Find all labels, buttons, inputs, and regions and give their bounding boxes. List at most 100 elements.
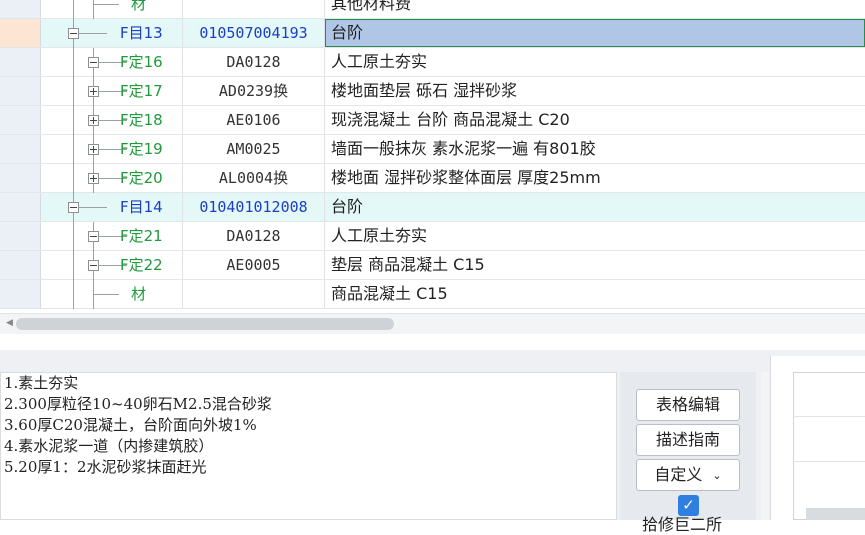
table-row-quota[interactable]: F定17 AD0239换 楼地面垫层 砾石 湿拌砂浆 xyxy=(0,77,865,106)
code-cell[interactable]: 010401012008 xyxy=(183,193,325,221)
tree-node-label: F目14 xyxy=(120,198,163,216)
grid-horizontal-scrollbar[interactable]: ◀ xyxy=(0,313,865,334)
custom-dropdown-label: 自定义 xyxy=(654,465,703,484)
tree-cell[interactable]: 材 xyxy=(41,280,183,309)
table-row-quota[interactable]: F定19 AM0025 墙面一般抹灰 素水泥浆一遍 有801胶 xyxy=(0,135,865,164)
name-cell[interactable]: 人工原土夯实 xyxy=(325,222,865,250)
row-header[interactable] xyxy=(0,48,41,76)
code-cell[interactable]: DA0128 xyxy=(183,48,325,76)
tree-cell[interactable]: F定17 xyxy=(41,77,183,106)
code-cell[interactable] xyxy=(183,280,325,308)
code-cell[interactable]: AE0005 xyxy=(183,251,325,279)
code-cell[interactable]: AM0025 xyxy=(183,135,325,163)
tree-connector-line xyxy=(73,77,74,106)
tree-node-label: F目13 xyxy=(120,24,163,42)
row-header[interactable] xyxy=(0,0,41,18)
tree-cell[interactable]: F目14 xyxy=(41,193,183,222)
code-cell[interactable] xyxy=(183,0,325,18)
tree-cell[interactable]: F定16 xyxy=(41,48,183,77)
description-line: 3.60厚C20混凝土，台阶面向外坡1% xyxy=(4,416,257,434)
name-cell[interactable]: 商品混凝土 C15 xyxy=(325,280,865,308)
tree-node-label: F定19 xyxy=(120,140,163,158)
expand-plus-icon[interactable] xyxy=(88,173,99,184)
description-guide-button[interactable]: 描述指南 xyxy=(636,424,740,456)
tree-node-label: F定16 xyxy=(120,53,163,71)
tree-cell[interactable]: 材 xyxy=(41,0,183,19)
tree-cell[interactable]: F定22 xyxy=(41,251,183,280)
collapse-minus-icon[interactable] xyxy=(68,202,79,213)
row-header[interactable] xyxy=(0,106,41,134)
table-row-quota[interactable]: F定22 AE0005 垫层 商品混凝土 C15 xyxy=(0,251,865,280)
tree-cell[interactable]: F定21 xyxy=(41,222,183,251)
tree-connector-line xyxy=(73,0,74,19)
tree-connector-line xyxy=(73,48,74,77)
right-side-panel xyxy=(770,356,865,520)
name-cell[interactable]: 楼地面垫层 砾石 湿拌砂浆 xyxy=(325,77,865,105)
collapse-minus-icon[interactable] xyxy=(88,57,99,68)
tree-connector-line xyxy=(73,222,74,251)
tree-node-label: F定21 xyxy=(120,227,163,245)
code-cell[interactable]: DA0128 xyxy=(183,222,325,250)
name-cell[interactable]: 现浇混凝土 台阶 商品混凝土 C20 xyxy=(325,106,865,134)
tree-node-label: F定20 xyxy=(120,169,163,187)
name-cell[interactable]: 墙面一般抹灰 素水泥浆一遍 有801胶 xyxy=(325,135,865,163)
table-row-bill-item[interactable]: F目14 010401012008 台阶 xyxy=(0,193,865,222)
table-row-quota[interactable]: F定21 DA0128 人工原土夯实 xyxy=(0,222,865,251)
row-header[interactable] xyxy=(0,280,41,308)
description-line: 2.300厚粒径10~40卵石M2.5混合砂浆 xyxy=(4,395,272,413)
row-header[interactable] xyxy=(0,193,41,221)
name-cell[interactable]: 台阶 xyxy=(325,193,865,221)
row-header[interactable] xyxy=(0,19,41,47)
panel-splitter[interactable] xyxy=(761,372,769,520)
tree-node-label: F定17 xyxy=(120,82,163,100)
tree-cell[interactable]: F定20 xyxy=(41,164,183,193)
table-row-material[interactable]: 材 其他材料费 xyxy=(0,0,865,19)
tree-node-label: F定18 xyxy=(120,111,163,129)
code-cell[interactable]: AD0239换 xyxy=(183,77,325,105)
right-panel-row-divider xyxy=(793,461,865,462)
scrollbar-thumb[interactable] xyxy=(16,318,394,330)
table-row-material[interactable]: 材 商品混凝土 C15 xyxy=(0,280,865,309)
expand-plus-icon[interactable] xyxy=(88,86,99,97)
table-row-bill-item[interactable]: F目13 010507004193 台阶 xyxy=(0,19,865,48)
description-line: 1.素土夯实 xyxy=(4,374,79,392)
name-cell-active[interactable]: 台阶 xyxy=(325,19,865,47)
expand-plus-icon[interactable] xyxy=(88,115,99,126)
row-header[interactable] xyxy=(0,251,41,279)
chevron-down-icon: ⌄ xyxy=(712,468,722,482)
collapse-minus-icon[interactable] xyxy=(88,260,99,271)
description-line: 5.20厚1：2水泥砂浆抹面赶光 xyxy=(4,458,207,476)
table-row-quota[interactable]: F定18 AE0106 现浇混凝土 台阶 商品混凝土 C20 xyxy=(0,106,865,135)
code-cell[interactable]: 010507004193 xyxy=(183,19,325,47)
name-cell[interactable]: 垫层 商品混凝土 C15 xyxy=(325,251,865,279)
table-row-quota[interactable]: F定16 DA0128 人工原土夯实 xyxy=(0,48,865,77)
tree-cell[interactable]: F定19 xyxy=(41,135,183,164)
row-header[interactable] xyxy=(0,164,41,192)
tree-node-label: F定22 xyxy=(120,256,163,274)
scroll-left-arrow-icon[interactable]: ◀ xyxy=(6,318,13,328)
name-cell[interactable]: 楼地面 湿拌砂浆整体面层 厚度25mm xyxy=(325,164,865,192)
tree-node-label: 材 xyxy=(131,285,147,303)
tree-cell[interactable]: F目13 xyxy=(41,19,183,48)
row-header[interactable] xyxy=(0,135,41,163)
expand-plus-icon[interactable] xyxy=(88,144,99,155)
tree-cell[interactable]: F定18 xyxy=(41,106,183,135)
tree-connector-line xyxy=(93,4,119,5)
row-header[interactable] xyxy=(0,77,41,105)
tree-connector-line xyxy=(73,106,74,135)
tree-connector-line xyxy=(73,280,74,309)
table-row-quota[interactable]: F定20 AL0004换 楼地面 湿拌砂浆整体面层 厚度25mm xyxy=(0,164,865,193)
name-cell[interactable]: 人工原土夯实 xyxy=(325,48,865,76)
collapse-minus-icon[interactable] xyxy=(68,28,79,39)
tree-connector-line xyxy=(73,164,74,193)
custom-dropdown-button[interactable]: 自定义 ⌄ xyxy=(636,459,740,491)
row-header[interactable] xyxy=(0,222,41,250)
collapse-minus-icon[interactable] xyxy=(88,231,99,242)
bill-tree-grid: 材其他材料费 F目13 010507004193 台阶 F定16 DA0128 人工原土夯实… xyxy=(0,0,865,313)
table-edit-button[interactable]: 表格编辑 xyxy=(636,389,740,421)
name-cell[interactable]: 其他材料费 xyxy=(325,0,865,18)
right-panel-scrollbar[interactable] xyxy=(806,508,865,520)
code-cell[interactable]: AL0004换 xyxy=(183,164,325,192)
item-feature-description-textarea[interactable]: 1.素土夯实 2.300厚粒径10~40卵石M2.5混合砂浆 3.60厚C20混… xyxy=(0,372,617,520)
code-cell[interactable]: AE0106 xyxy=(183,106,325,134)
